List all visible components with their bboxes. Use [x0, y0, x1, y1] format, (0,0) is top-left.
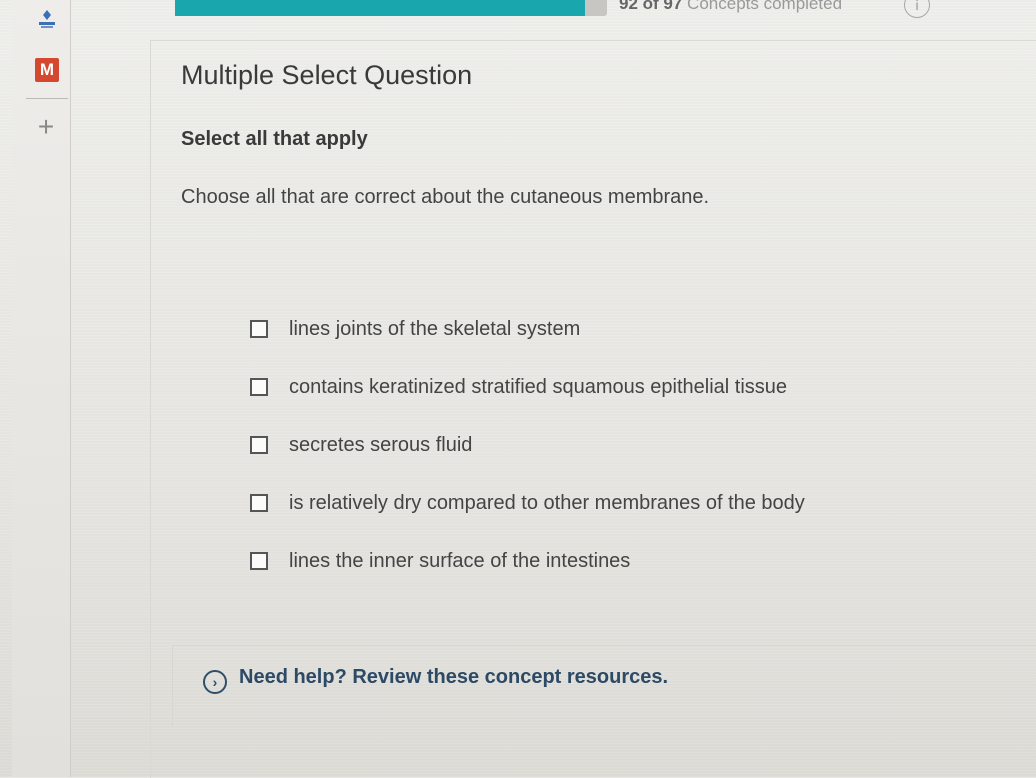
option-label: contains keratinized stratified squamous… — [289, 375, 788, 398]
info-icon[interactable]: i — [904, 0, 930, 18]
checkbox[interactable] — [250, 436, 268, 454]
progress-status: 92 of 97 Concepts completed — [619, 0, 842, 14]
progress-label: Concepts completed — [687, 0, 843, 13]
option-label: lines joints of the skeletal system — [289, 317, 581, 340]
connect-app-icon[interactable]: M — [35, 58, 59, 82]
answer-option[interactable]: lines the inner surface of the intestine… — [250, 532, 805, 590]
add-icon[interactable]: + — [32, 113, 60, 141]
checkbox[interactable] — [250, 552, 268, 570]
checkbox[interactable] — [250, 320, 268, 338]
rail-divider — [26, 98, 68, 99]
answer-option[interactable]: lines joints of the skeletal system — [250, 300, 805, 358]
progress-count: 92 of 97 — [619, 0, 683, 13]
progress-bar — [175, 0, 607, 16]
app-logo-icon — [36, 8, 58, 30]
checkbox[interactable] — [250, 494, 268, 512]
answer-option[interactable]: secretes serous fluid — [250, 416, 805, 474]
question-prompt: Choose all that are correct about the cu… — [181, 186, 710, 208]
question-instruction: Select all that apply — [181, 128, 368, 150]
question-type-heading: Multiple Select Question — [181, 60, 473, 90]
screen: M + 92 of 97 Concepts completed i Multip… — [0, 0, 1036, 778]
chevron-right-circle-icon[interactable]: › — [203, 670, 227, 694]
option-label: lines the inner surface of the intestine… — [289, 549, 631, 572]
progress-bar-fill — [175, 0, 585, 16]
option-label: is relatively dry compared to other memb… — [289, 491, 805, 514]
answer-option[interactable]: is relatively dry compared to other memb… — [250, 474, 805, 532]
answer-options: lines joints of the skeletal system cont… — [250, 300, 805, 590]
option-label: secretes serous fluid — [289, 433, 473, 456]
concept-resources-link[interactable]: Need help? Review these concept resource… — [239, 666, 668, 689]
checkbox[interactable] — [250, 378, 268, 396]
answer-option[interactable]: contains keratinized stratified squamous… — [250, 358, 805, 416]
